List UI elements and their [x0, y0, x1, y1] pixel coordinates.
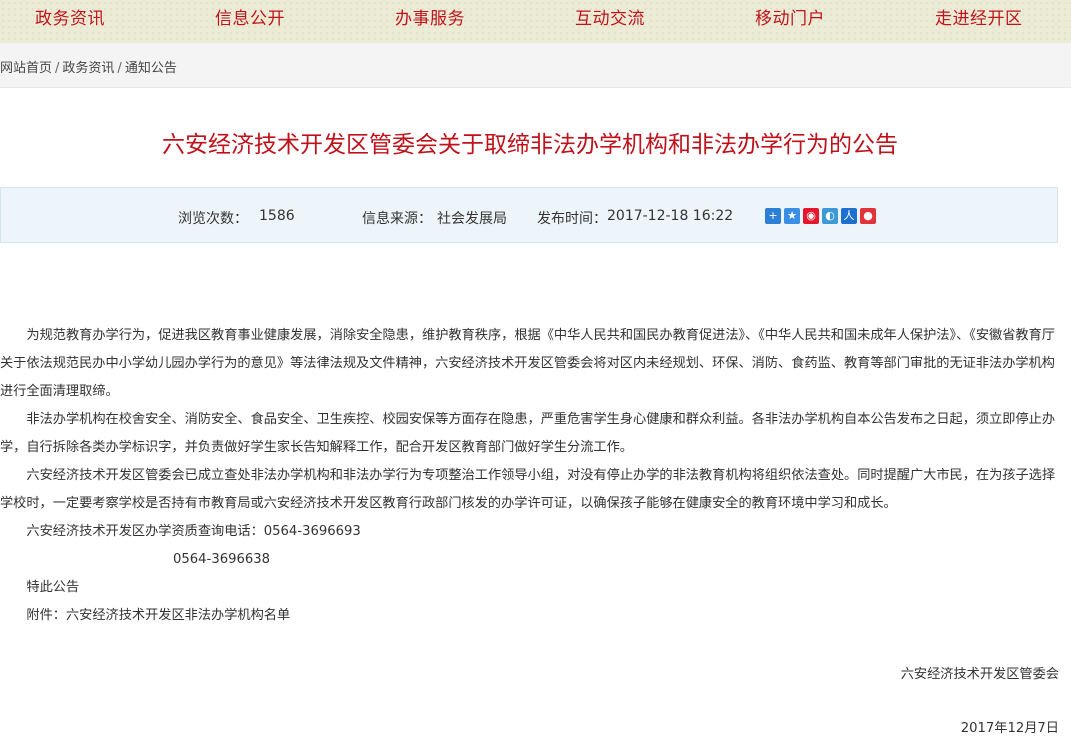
top-navigation: 政务资讯 信息公开 办事服务 互动交流 移动门户 走进经开区 [0, 0, 1071, 43]
source-value: 社会发展局 [437, 211, 507, 227]
article-body: 为规范教育办学行为，促进我区教育事业健康发展，消除安全隐患，维护教育秩序，根据《… [0, 322, 1056, 630]
nav-item-info-disclosure[interactable]: 信息公开 [215, 4, 285, 29]
breadcrumb-bar: 网站首页 / 政务资讯 / 通知公告 [0, 43, 1071, 88]
source-label: 信息来源： [362, 211, 432, 227]
nav-item-mobile-portal[interactable]: 移动门户 [755, 4, 825, 29]
attachment-text: 附件：六安经济技术开发区非法办学机构名单 [26, 608, 291, 623]
nav-item-news[interactable]: 政务资讯 [35, 4, 105, 29]
kaixin-icon[interactable]: ● [860, 208, 876, 224]
hotline-line: 六安经济技术开发区办学资质查询电话：0564-3696693 [26, 524, 361, 539]
views-count: 1586 [259, 208, 295, 224]
article-paragraph: 为规范教育办学行为，促进我区教育事业健康发展，消除安全隐患，维护教育秩序，根据《… [0, 328, 1055, 399]
hotline-second-number: 0564-3696638 [173, 552, 271, 567]
article-paragraph: 六安经济技术开发区管委会已成立查处非法办学机构和非法办学行为专项整治工作领导小组… [0, 468, 1056, 511]
breadcrumb-section-link[interactable]: 政务资讯 [62, 61, 114, 76]
published-label: 发布时间： [537, 211, 607, 227]
share-toolbar: + ★ ◉ ◐ 人 ● [765, 208, 879, 227]
closing-text: 特此公告 [26, 580, 80, 595]
views-label: 浏览次数： [178, 211, 248, 227]
nav-item-about-zone[interactable]: 走进经开区 [935, 4, 1023, 29]
weibo-icon[interactable]: ◉ [803, 208, 819, 224]
breadcrumb-separator: / [55, 61, 60, 76]
breadcrumb: 网站首页 / 政务资讯 / 通知公告 [0, 57, 177, 76]
nav-item-services[interactable]: 办事服务 [395, 4, 465, 29]
article-title: 六安经济技术开发区管委会关于取缔非法办学机构和非法办学行为的公告 [162, 132, 898, 158]
breadcrumb-separator: / [117, 61, 122, 76]
tencent-weibo-icon[interactable]: ◐ [822, 208, 838, 224]
published-time: 2017-12-18 16:22 [607, 208, 734, 224]
breadcrumb-current-link[interactable]: 通知公告 [125, 61, 177, 76]
renren-icon[interactable]: 人 [841, 208, 857, 224]
article-paragraph: 非法办学机构在校舍安全、消防安全、食品安全、卫生疾控、校园安保等方面存在隐患，严… [0, 412, 1056, 455]
nav-item-interaction[interactable]: 互动交流 [575, 4, 645, 29]
issue-date: 2017年12月7日 [960, 721, 1059, 736]
article-info-bar: 浏览次数： 1586 信息来源： 社会发展局 发布时间： 2017-12-18 … [0, 187, 1058, 243]
breadcrumb-home-link[interactable]: 网站首页 [0, 61, 52, 76]
plus-share-icon[interactable]: + [765, 208, 781, 224]
issuer-signature: 六安经济技术开发区管委会 [900, 667, 1059, 682]
qzone-icon[interactable]: ★ [784, 208, 800, 224]
